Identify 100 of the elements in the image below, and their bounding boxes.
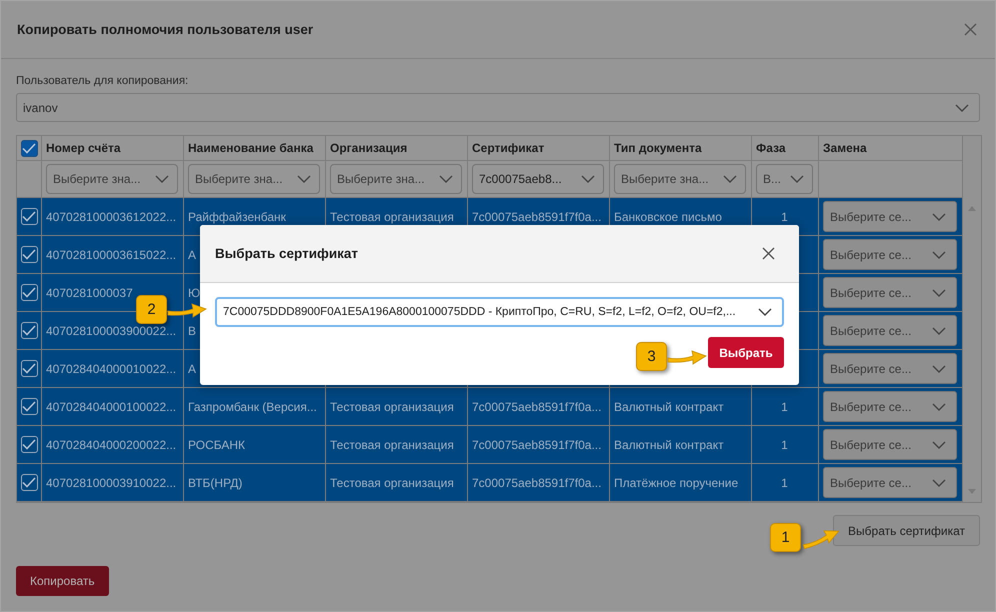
table-row[interactable]: 407028100003910022... ВТБ(НРД) Тестовая организация 7c00075aeb8591f7f0a... Платёжное поручение 1 Выберите се... <box>17 464 963 502</box>
filter-dropdown[interactable]: Выберите зна... <box>614 164 746 194</box>
table-cell: 407028404000010022... <box>46 362 176 376</box>
chevron-icon <box>932 212 946 220</box>
filter-dropdown[interactable]: 7c00075aeb8... <box>472 164 604 194</box>
chevron-icon <box>155 175 169 183</box>
column-header: Тип документа <box>614 141 702 155</box>
table-cell: Платёжное поручение <box>614 476 738 490</box>
chevron-icon <box>723 175 737 183</box>
checkbox[interactable] <box>20 436 38 453</box>
table-cell: А <box>188 362 196 376</box>
check-icon <box>22 249 36 260</box>
table-row[interactable]: 407028404000100022... Газпромбанк (Версия... Тестовая организация 7c00075aeb8591f7f0a... Валютный контракт 1 Выберите се... <box>17 388 963 426</box>
dialog-title: Копировать полномочия пользователя user <box>17 22 314 37</box>
table-cell: Тестовая организация <box>330 438 454 452</box>
table-cell: 1 <box>781 476 788 490</box>
scroll-down-icon <box>968 489 976 494</box>
replacement-dropdown[interactable]: Выберите се... <box>823 429 957 460</box>
step-badge: 1 <box>770 523 801 552</box>
select-button[interactable]: Выбрать <box>708 337 784 368</box>
filter-dropdown[interactable]: В... <box>756 164 813 194</box>
replacement-dropdown[interactable]: Выберите се... <box>823 353 957 384</box>
check-icon <box>22 142 36 154</box>
table-cell: Ю <box>188 286 200 300</box>
select-certificate-button[interactable]: Выбрать сертификат <box>833 515 980 546</box>
chevron-icon <box>932 326 946 334</box>
checkbox[interactable] <box>20 246 38 263</box>
close-button[interactable] <box>760 245 777 262</box>
table-cell: 407028100003900022... <box>46 324 176 338</box>
table-cell: 4070281000037 <box>46 286 133 300</box>
chevron-icon <box>932 440 946 448</box>
column-header: Замена <box>823 141 867 155</box>
certificate-dropdown[interactable]: 7C00075DDD8900F0A1E5A196A8000100075DDD - КриптоПро, C=RU, S=f2, L=f2, O=f2, OU=f2,... <box>215 297 784 327</box>
filter-dropdown[interactable]: Выберите зна... <box>188 164 320 194</box>
chevron-icon <box>932 288 946 296</box>
replacement-dropdown[interactable]: Выберите се... <box>823 277 957 308</box>
chevron-icon <box>297 175 311 183</box>
chevron-icon <box>955 104 969 112</box>
table-cell: РОСБАНК <box>188 438 246 452</box>
filter-dropdown[interactable]: Выберите зна... <box>330 164 462 194</box>
table-cell: Тестовая организация <box>330 476 454 490</box>
table-cell: 407028100003615022... <box>46 248 176 262</box>
chevron-icon <box>758 308 772 316</box>
column-header: Организация <box>330 141 408 155</box>
replacement-dropdown[interactable]: Выберите се... <box>823 467 957 498</box>
table-cell: Тестовая организация <box>330 400 454 414</box>
table-cell: Валютный контракт <box>614 400 724 414</box>
table-cell: Газпромбанк (Версия... <box>188 400 317 414</box>
table-cell: 7c00075aeb8591f7f0a... <box>472 400 602 414</box>
replacement-dropdown[interactable]: Выберите се... <box>823 315 957 346</box>
table-cell: Тестовая организация <box>330 210 454 224</box>
table-cell: 7c00075aeb8591f7f0a... <box>472 438 602 452</box>
column-header: Наименование банка <box>188 141 314 155</box>
checkbox[interactable] <box>20 322 38 339</box>
step-badge: 2 <box>136 295 167 324</box>
table-cell: 407028404000100022... <box>46 400 176 414</box>
chevron-icon <box>439 175 453 183</box>
checkbox[interactable] <box>20 398 38 415</box>
table-cell: Банковское письмо <box>614 210 722 224</box>
modal-title: Выбрать сертификат <box>215 246 358 261</box>
table-cell: 407028100003612022... <box>46 210 176 224</box>
chevron-icon <box>932 478 946 486</box>
close-icon <box>964 23 977 36</box>
replacement-dropdown[interactable]: Выберите се... <box>823 201 957 232</box>
checkbox[interactable] <box>20 140 38 156</box>
field-label: Пользователь для копирования: <box>16 75 190 87</box>
replacement-dropdown[interactable]: Выберите се... <box>823 239 957 270</box>
column-header: Номер счёта <box>46 141 121 155</box>
table-cell: 7c00075aeb8591f7f0a... <box>472 476 602 490</box>
replacement-dropdown[interactable]: Выберите се... <box>823 391 957 422</box>
chevron-icon <box>932 250 946 258</box>
close-icon <box>762 247 775 260</box>
checkbox[interactable] <box>20 208 38 225</box>
check-icon <box>22 363 36 374</box>
check-icon <box>22 287 36 298</box>
check-icon <box>22 325 36 336</box>
table-row[interactable]: 407028404000200022... РОСБАНК Тестовая организация 7c00075aeb8591f7f0a... Валютный контракт 1 Выберите се... <box>17 426 963 464</box>
table-cell: Райффайзенбанк <box>188 210 286 224</box>
table-cell: 1 <box>781 400 788 414</box>
table-cell: 407028100003910022... <box>46 476 176 490</box>
chevron-icon <box>581 175 595 183</box>
table-cell: Валютный контракт <box>614 438 724 452</box>
chevron-icon <box>932 402 946 410</box>
copy-button[interactable]: Копировать <box>16 566 109 596</box>
check-icon <box>22 211 36 222</box>
chevron-icon <box>932 364 946 372</box>
user-dropdown[interactable]: ivanov <box>16 93 980 122</box>
checkbox[interactable] <box>20 284 38 301</box>
filter-dropdown[interactable]: Выберите зна... <box>46 164 178 194</box>
table-cell: В <box>188 324 196 338</box>
checkbox[interactable] <box>20 474 38 491</box>
table-cell: 1 <box>781 210 788 224</box>
table-cell: А <box>188 248 196 262</box>
chevron-icon <box>790 175 804 183</box>
step-badge: 3 <box>636 342 667 371</box>
checkbox[interactable] <box>20 360 38 377</box>
table-cell: 1 <box>781 438 788 452</box>
scroll-up-icon <box>968 206 976 211</box>
table-cell: ВТБ(НРД) <box>188 476 242 490</box>
check-icon <box>22 401 36 412</box>
